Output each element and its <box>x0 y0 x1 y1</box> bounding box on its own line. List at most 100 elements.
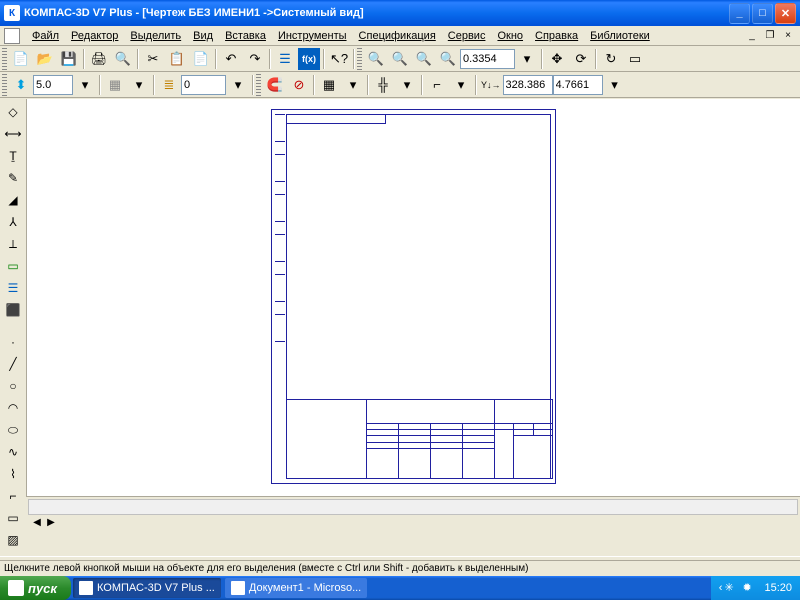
stop-tool[interactable]: ⬛ <box>2 300 24 320</box>
cut-button[interactable]: ✂ <box>142 48 164 70</box>
toolbar-grip[interactable] <box>2 74 7 96</box>
tray-icon[interactable]: ✳ <box>724 581 738 595</box>
window-list-button[interactable]: ▭ <box>624 48 646 70</box>
start-button[interactable]: пуск <box>0 576 71 600</box>
coord-x-input[interactable] <box>503 75 553 95</box>
zoom-window-button[interactable]: 🔍 <box>413 48 435 70</box>
menu-libraries[interactable]: Библиотеки <box>584 28 656 44</box>
zoom-fit-button[interactable]: 🔍 <box>437 48 459 70</box>
help-cursor-button[interactable]: ↖? <box>328 48 350 70</box>
mdi-restore-button[interactable]: ❐ <box>762 29 778 43</box>
close-button[interactable]: ✕ <box>775 3 796 24</box>
geometry-tool[interactable]: ◇ <box>2 102 24 122</box>
new-button[interactable]: 📄 <box>10 48 32 70</box>
select-tool[interactable]: ▭ <box>2 256 24 276</box>
copy-button[interactable]: 📋 <box>166 48 188 70</box>
zoom-out-button[interactable]: 🔍 <box>389 48 411 70</box>
maximize-button[interactable]: □ <box>752 3 773 24</box>
coord-label-icon: Y↓→ <box>481 80 501 90</box>
line-tool[interactable]: ╱ <box>2 354 24 374</box>
line-weight-input[interactable] <box>33 75 73 95</box>
dropdown-icon[interactable]: ▾ <box>342 74 364 96</box>
menu-select[interactable]: Выделить <box>124 28 187 44</box>
pan-button[interactable]: ✥ <box>546 48 568 70</box>
hatch-tool[interactable]: ▨ <box>2 530 24 550</box>
polyline-tool[interactable]: ⌇ <box>2 464 24 484</box>
coord-y-input[interactable] <box>553 75 603 95</box>
snap-enable-button[interactable]: 🧲 <box>264 74 286 96</box>
title-block <box>286 399 553 479</box>
mdi-close-button[interactable]: × <box>780 29 796 43</box>
zoom-input[interactable] <box>460 49 515 69</box>
dropdown-icon[interactable]: ▾ <box>396 74 418 96</box>
rect-tool[interactable]: ▭ <box>2 508 24 528</box>
dropdown-icon[interactable]: ▾ <box>74 74 96 96</box>
symbol-tool[interactable]: ✎ <box>2 168 24 188</box>
ortho-button[interactable]: ╬ <box>372 74 394 96</box>
redo-button[interactable]: ↷ <box>244 48 266 70</box>
dropdown-icon[interactable]: ▾ <box>128 74 150 96</box>
tray-icon[interactable]: ✹ <box>742 581 756 595</box>
variables-button[interactable]: f(x) <box>298 48 320 70</box>
spline-tool[interactable]: ∿ <box>2 442 24 462</box>
save-button[interactable]: 💾 <box>58 48 80 70</box>
snap-disable-button[interactable]: ⊘ <box>288 74 310 96</box>
color-button[interactable]: ▦ <box>104 74 126 96</box>
toolbar-grip[interactable] <box>2 48 7 70</box>
taskbar-item-kompas[interactable]: КОМПАС-3D V7 Plus ... <box>73 578 221 598</box>
arc-tool[interactable]: ◠ <box>2 398 24 418</box>
nav-next-icon[interactable]: ▶ <box>44 517 58 528</box>
undo-button[interactable]: ↶ <box>220 48 242 70</box>
line-style-button[interactable]: ⬍ <box>10 74 32 96</box>
tray-arrow-icon[interactable]: ‹ <box>719 582 723 594</box>
spec-tool[interactable]: ☰ <box>2 278 24 298</box>
window-title: КОМПАС-3D V7 Plus - [Чертеж БЕЗ ИМЕНИ1 -… <box>24 7 727 19</box>
drawing-canvas[interactable] <box>26 99 800 496</box>
chamfer-tool[interactable]: ⌐ <box>2 486 24 506</box>
mdi-minimize-button[interactable]: _ <box>744 29 760 43</box>
grid-button[interactable]: ▦ <box>318 74 340 96</box>
zoom-in-button[interactable]: 🔍 <box>365 48 387 70</box>
layers-button[interactable]: ≣ <box>158 74 180 96</box>
nav-first-icon[interactable]: ◀ <box>30 517 44 528</box>
menu-view[interactable]: Вид <box>187 28 219 44</box>
layer-input[interactable] <box>181 75 226 95</box>
point-tool[interactable]: · <box>2 332 24 352</box>
menu-tools[interactable]: Инструменты <box>272 28 353 44</box>
menu-editor[interactable]: Редактор <box>65 28 124 44</box>
menu-insert[interactable]: Вставка <box>219 28 272 44</box>
toolbar-grip[interactable] <box>357 48 362 70</box>
dropdown-icon[interactable]: ▾ <box>227 74 249 96</box>
text-tool[interactable]: Ṯ <box>2 146 24 166</box>
dimension-tool[interactable]: ⟷ <box>2 124 24 144</box>
local-cs-button[interactable]: ⌐ <box>426 74 448 96</box>
circle-tool[interactable]: ○ <box>2 376 24 396</box>
rotate-button[interactable]: ⟳ <box>570 48 592 70</box>
menu-spec[interactable]: Спецификация <box>353 28 442 44</box>
horizontal-scrollbar[interactable] <box>28 499 798 515</box>
dropdown-icon[interactable]: ▾ <box>516 48 538 70</box>
ellipse-tool[interactable]: ⬭ <box>2 420 24 440</box>
menu-file[interactable]: Файл <box>26 28 65 44</box>
print-button[interactable]: 🖨 <box>88 48 110 70</box>
dropdown-icon[interactable]: ▾ <box>450 74 472 96</box>
menu-help[interactable]: Справка <box>529 28 584 44</box>
preview-button[interactable]: 🔍 <box>112 48 134 70</box>
paste-button[interactable]: 📄 <box>190 48 212 70</box>
edit-tool[interactable]: ◢ <box>2 190 24 210</box>
minimize-button[interactable]: _ <box>729 3 750 24</box>
param-tool[interactable]: ⅄ <box>2 212 24 232</box>
taskbar-item-word[interactable]: Документ1 - Microso... <box>225 578 367 598</box>
properties-button[interactable]: ☰ <box>274 48 296 70</box>
dropdown-icon[interactable]: ▾ <box>604 74 626 96</box>
system-tray[interactable]: ‹ ✳ ✹ 15:20 <box>711 576 800 600</box>
refresh-button[interactable]: ↻ <box>600 48 622 70</box>
toolbar-grip[interactable] <box>256 74 261 96</box>
clock[interactable]: 15:20 <box>764 582 792 594</box>
status-bar: Щелкните левой кнопкой мыши на объекте д… <box>0 560 800 576</box>
open-button[interactable]: 📂 <box>34 48 56 70</box>
drawing-sheet <box>271 109 556 484</box>
menu-window[interactable]: Окно <box>491 28 529 44</box>
measure-tool[interactable]: ⟂ <box>2 234 24 254</box>
menu-service[interactable]: Сервис <box>442 28 492 44</box>
